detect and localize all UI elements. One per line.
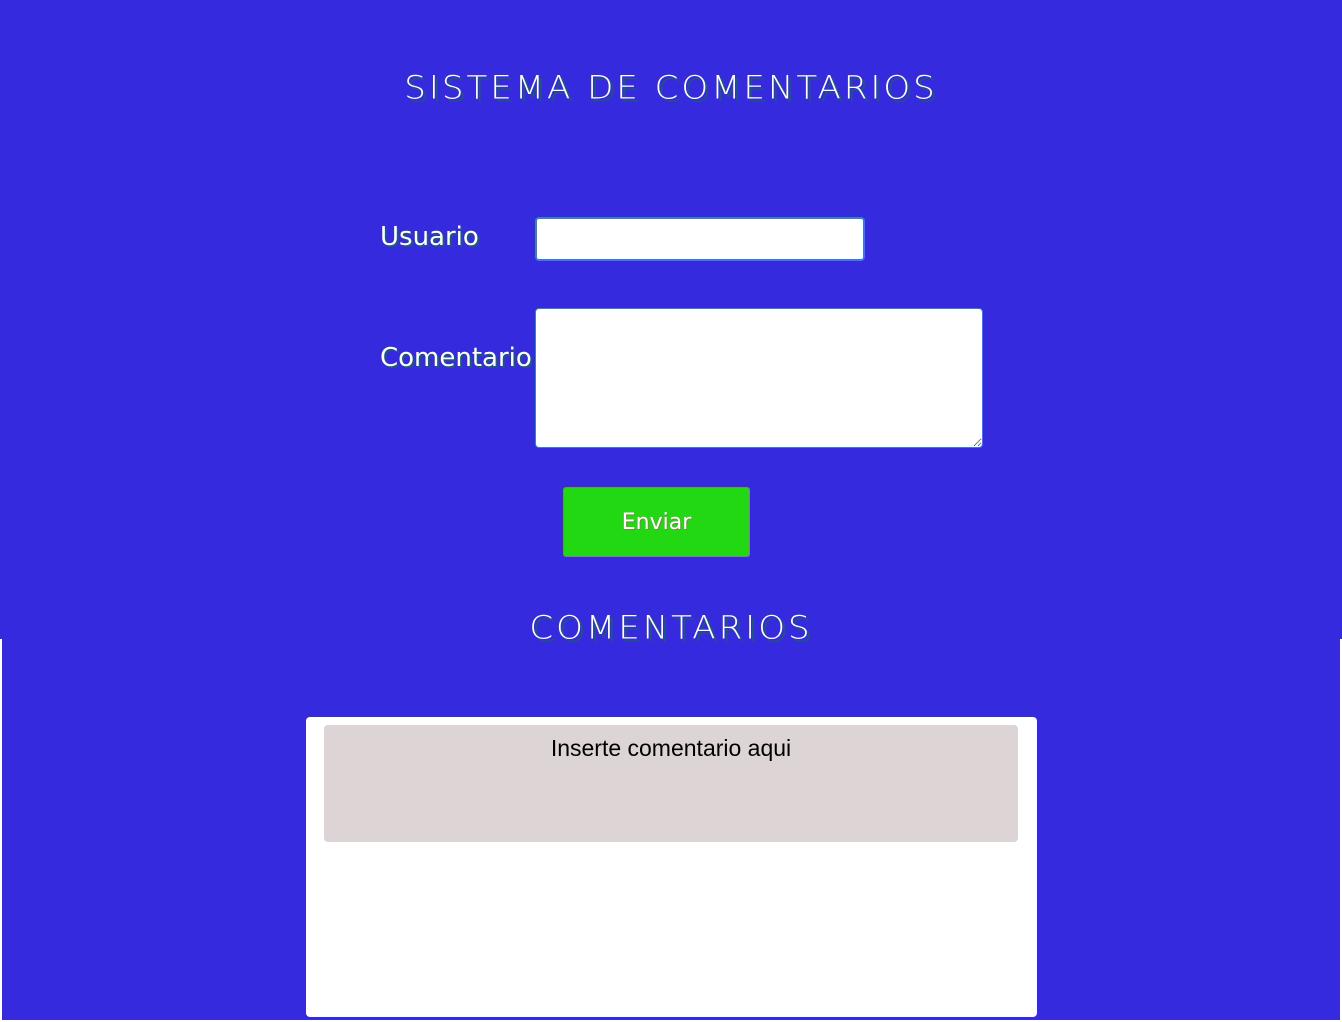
user-label: Usuario <box>380 222 479 252</box>
comments-panel: Inserte comentario aqui <box>306 717 1037 1017</box>
user-input[interactable] <box>535 217 865 261</box>
comments-title: COMENTARIOS <box>529 609 813 647</box>
comment-textarea[interactable] <box>535 308 983 448</box>
comment-label: Comentario <box>380 343 532 373</box>
page-title: SISTEMA DE COMENTARIOS <box>404 69 938 107</box>
send-button[interactable]: Enviar <box>563 487 750 557</box>
comment-card: Inserte comentario aqui <box>324 725 1018 842</box>
comment-text: Inserte comentario aqui <box>550 735 792 761</box>
